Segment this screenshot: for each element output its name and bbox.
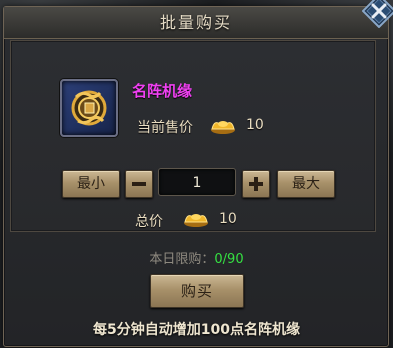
close-button[interactable] (361, 0, 393, 29)
total-price-value: 10 (219, 211, 237, 227)
min-quantity-label: 最小 (77, 176, 105, 192)
decrement-button[interactable] (125, 170, 153, 198)
regen-info-text: 每5分钟自动增加100点名阵机缘 (93, 322, 300, 338)
daily-limit-value: 0/90 (214, 252, 244, 267)
dialog-titlebar: 批量购买 (4, 7, 388, 39)
buy-button-label: 购买 (180, 282, 213, 300)
increment-button[interactable] (242, 170, 270, 198)
min-quantity-button[interactable]: 最小 (62, 170, 120, 198)
daily-limit: 本日限购：0/90 (0, 248, 393, 267)
gold-ingot-icon (184, 214, 208, 227)
dialog-title: 批量购买 (159, 13, 232, 32)
plus-icon (249, 177, 263, 191)
buy-button[interactable]: 购买 (150, 274, 244, 308)
item-icon-frame (60, 79, 118, 137)
gold-ingot-icon (211, 121, 235, 134)
daily-limit-label: 本日限购： (149, 252, 215, 267)
item-name: 名阵机缘 (132, 82, 193, 100)
total-price-label: 总价 (135, 214, 163, 230)
scroll-token-icon (71, 90, 107, 126)
minus-icon (132, 182, 146, 186)
quantity-input[interactable]: 1 (158, 168, 236, 196)
max-quantity-label: 最大 (292, 176, 320, 192)
close-icon (361, 0, 393, 29)
max-quantity-button[interactable]: 最大 (277, 170, 335, 198)
current-price-label: 当前售价 (137, 120, 193, 136)
current-price-value: 10 (246, 117, 264, 133)
